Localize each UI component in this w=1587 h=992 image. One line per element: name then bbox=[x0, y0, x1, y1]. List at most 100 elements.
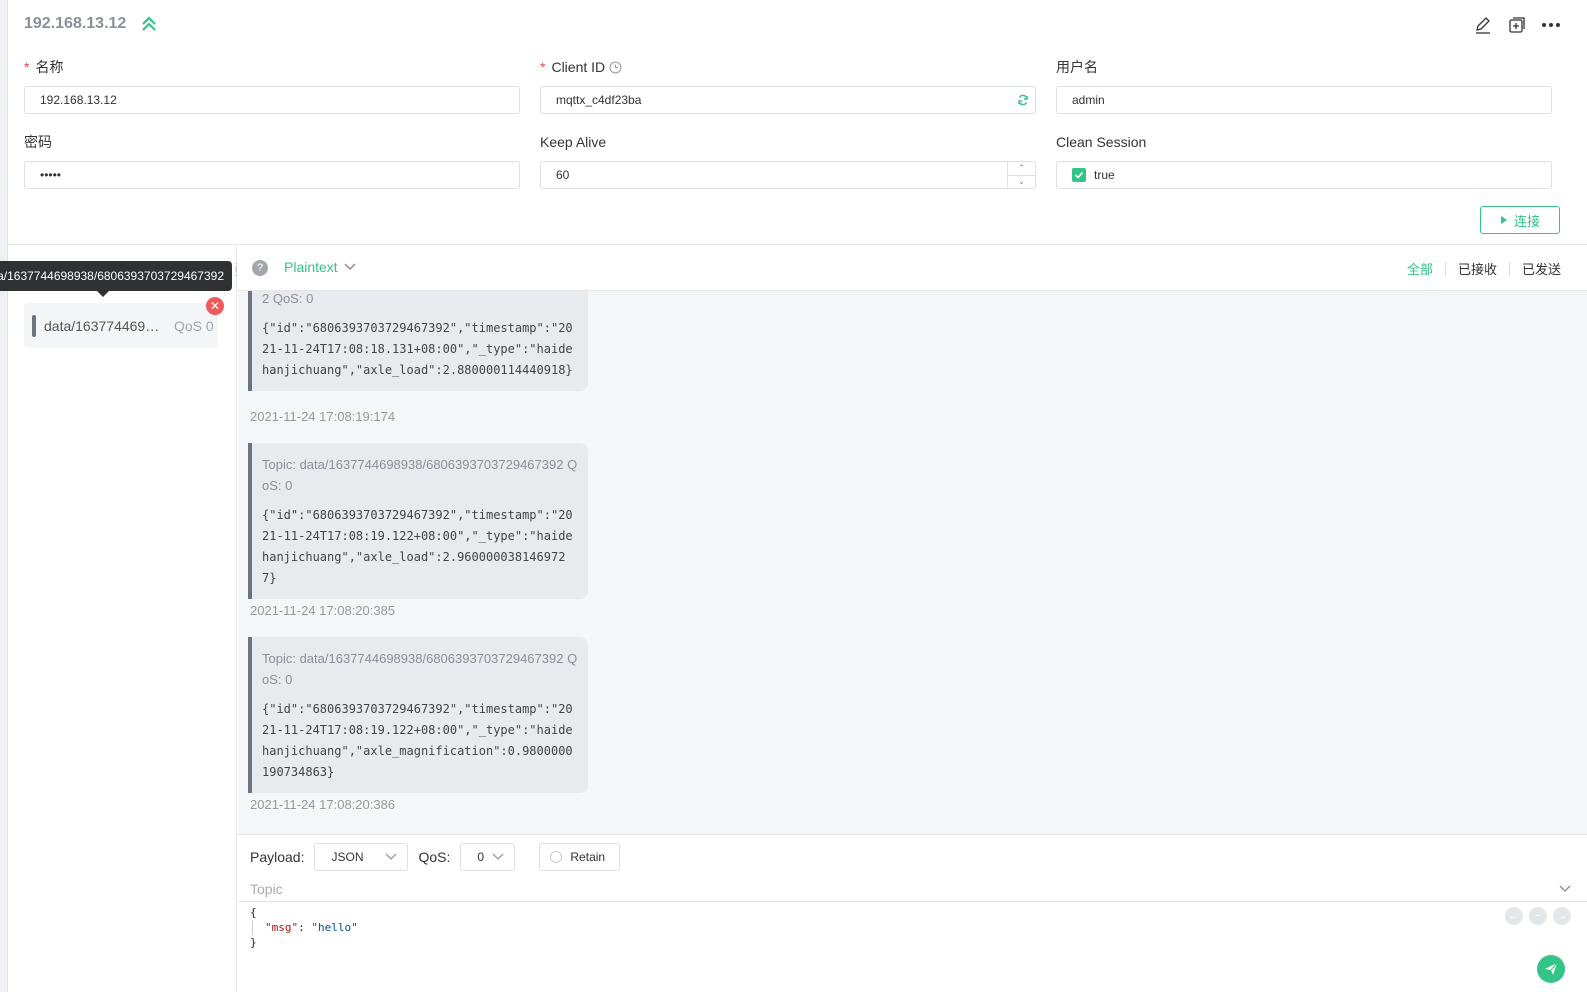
tooltip-arrow bbox=[97, 291, 109, 297]
required-mark: * bbox=[540, 59, 546, 75]
keep-alive-input[interactable]: 60 ⌃ ⌄ bbox=[540, 161, 1036, 189]
message-filter-tabs: 全部 已接收 已发送 bbox=[1395, 259, 1573, 278]
retain-toggle[interactable]: Retain bbox=[539, 843, 621, 871]
publish-options: Payload: JSON QoS: 0 Retain bbox=[250, 843, 621, 871]
message-topic: Topic: data/1637744698938/68063937037294… bbox=[262, 651, 578, 687]
connect-button[interactable]: 连接 bbox=[1480, 206, 1560, 234]
history-controls: ← − → bbox=[1505, 907, 1571, 925]
clean-session-value: true bbox=[1094, 168, 1115, 182]
client-id-label: Client ID bbox=[551, 59, 606, 75]
payload-type-label: Plaintext bbox=[284, 259, 338, 275]
keep-alive-label: Keep Alive bbox=[540, 134, 607, 150]
clean-session-label: Clean Session bbox=[1056, 134, 1147, 150]
json-value: "hello" bbox=[311, 921, 358, 934]
keep-alive-stepper: ⌃ ⌄ bbox=[1007, 162, 1035, 188]
history-forward-icon[interactable]: → bbox=[1553, 907, 1571, 925]
filter-received-tab[interactable]: 已接收 bbox=[1446, 259, 1509, 278]
subscription-item[interactable]: data/1637744698938/6806393703729467392 Q… bbox=[24, 303, 218, 348]
clean-session-box: true bbox=[1056, 161, 1552, 189]
password-input[interactable]: ••••• bbox=[24, 161, 520, 189]
message-timestamp: 2021-11-24 17:08:20:386 bbox=[250, 797, 396, 812]
subscription-tooltip: data/1637744698938/6806393703729467392 bbox=[0, 261, 232, 291]
connection-title: 192.168.13.12 bbox=[24, 15, 127, 32]
chevron-down-icon bbox=[386, 853, 397, 860]
mqtt-client-app: 192.168.13.12 * 名称 192.168.13.12 * Client … bbox=[0, 0, 1587, 992]
refresh-icon[interactable] bbox=[1017, 94, 1029, 106]
filter-all-tab[interactable]: 全部 bbox=[1395, 259, 1445, 278]
payload-format-select[interactable]: JSON bbox=[314, 843, 409, 871]
qos-label: QoS: bbox=[418, 849, 451, 865]
required-mark: * bbox=[24, 59, 30, 75]
editor-line: { bbox=[250, 906, 257, 919]
connect-label: 连接 bbox=[1513, 213, 1540, 229]
decrement-icon[interactable]: ⌄ bbox=[1008, 176, 1035, 189]
edit-icon[interactable] bbox=[1473, 14, 1493, 36]
password-label: 密码 bbox=[24, 134, 52, 150]
username-input[interactable]: admin bbox=[1056, 86, 1552, 114]
message-bubble[interactable]: Topic: data/1637744698938/68063937037294… bbox=[248, 443, 588, 599]
keep-alive-field-group: Keep Alive 60 ⌃ ⌄ bbox=[540, 133, 1036, 189]
retain-label: Retain bbox=[570, 850, 606, 864]
message-bubble[interactable]: Topic: data/1637744698938/68063937037294… bbox=[248, 637, 588, 793]
name-field-group: * 名称 192.168.13.12 bbox=[24, 58, 520, 114]
subscriptions-panel: ⋮⋮ data/1637744698938/680639370372946739… bbox=[8, 245, 241, 992]
topic-placeholder: Topic bbox=[250, 881, 283, 897]
client-id-value: mqttx_c4df23ba bbox=[556, 93, 642, 107]
payload-type-dropdown[interactable]: Plaintext bbox=[284, 259, 356, 275]
client-id-field-group: * Client ID mqttx_c4df23ba bbox=[540, 58, 1036, 114]
username-label: 用户名 bbox=[1056, 59, 1098, 75]
keep-alive-value: 60 bbox=[556, 168, 570, 182]
payload-label: Payload: bbox=[250, 849, 305, 865]
header-actions bbox=[1473, 14, 1561, 36]
message-payload: {"id":"6806393703729467392","timestamp":… bbox=[262, 321, 573, 377]
name-input[interactable]: 192.168.13.12 bbox=[24, 86, 520, 114]
message-payload: {"id":"6806393703729467392","timestamp":… bbox=[262, 702, 573, 779]
unsubscribe-close-icon[interactable]: ✕ bbox=[206, 297, 224, 315]
qos-value: 0 bbox=[477, 850, 485, 864]
publish-panel: Payload: JSON QoS: 0 Retain Topic { "msg… bbox=[238, 834, 1587, 992]
send-icon bbox=[1545, 962, 1558, 975]
retain-radio bbox=[550, 851, 563, 863]
subscription-color-bar bbox=[32, 314, 36, 337]
subscription-qos: QoS 0 bbox=[174, 317, 214, 334]
history-back-icon[interactable]: ← bbox=[1505, 907, 1523, 925]
username-field-group: 用户名 admin bbox=[1056, 58, 1552, 114]
increment-icon[interactable]: ⌃ bbox=[1008, 162, 1035, 176]
editor-line: "msg": "hello" bbox=[252, 920, 358, 935]
messages-toolbar: ? Plaintext 全部 已接收 已发送 bbox=[238, 245, 1587, 291]
play-icon bbox=[1500, 216, 1507, 224]
message-timestamp: 2021-11-24 17:08:20:385 bbox=[250, 603, 396, 618]
json-key: "msg" bbox=[265, 921, 299, 934]
qos-select[interactable]: 0 bbox=[460, 843, 516, 871]
publish-topic-input[interactable]: Topic bbox=[250, 877, 1571, 901]
json-colon: : bbox=[298, 921, 312, 934]
history-clear-icon[interactable]: − bbox=[1529, 907, 1547, 925]
clock-icon bbox=[609, 61, 622, 73]
send-button[interactable] bbox=[1537, 955, 1565, 983]
message-topic: Topic: data/1637744698938/68063937037294… bbox=[262, 457, 578, 493]
new-window-icon[interactable] bbox=[1507, 14, 1527, 36]
clean-session-checkbox[interactable] bbox=[1072, 168, 1086, 182]
editor-line: } bbox=[250, 936, 257, 949]
filter-sent-tab[interactable]: 已发送 bbox=[1510, 259, 1573, 278]
client-id-input[interactable]: mqttx_c4df23ba bbox=[540, 86, 1036, 114]
chevron-down-icon bbox=[344, 263, 356, 270]
clean-session-field-group: Clean Session true bbox=[1056, 133, 1552, 189]
name-label: 名称 bbox=[35, 59, 64, 75]
left-rail bbox=[0, 0, 8, 992]
collapse-up-icon[interactable] bbox=[140, 14, 158, 34]
more-options-icon[interactable] bbox=[1541, 14, 1561, 36]
message-timestamp: 2021-11-24 17:08:19:174 bbox=[250, 409, 396, 424]
message-payload: {"id":"6806393703729467392","timestamp":… bbox=[262, 508, 573, 585]
chevron-down-icon[interactable] bbox=[1559, 885, 1571, 893]
message-topic: 2 QoS: 0 bbox=[262, 291, 314, 306]
divider bbox=[238, 901, 1587, 902]
payload-editor[interactable]: { "msg": "hello" } bbox=[250, 905, 358, 950]
chevron-down-icon bbox=[492, 853, 504, 860]
message-list: 2 QoS: 0 {"id":"6806393703729467392","ti… bbox=[238, 291, 1587, 834]
subscription-topic: data/1637744698938/6806393703729467392 bbox=[44, 317, 166, 334]
connection-form: 192.168.13.12 * 名称 192.168.13.12 * Client … bbox=[8, 0, 1587, 245]
message-bubble[interactable]: 2 QoS: 0 {"id":"6806393703729467392","ti… bbox=[248, 291, 588, 391]
help-icon[interactable]: ? bbox=[252, 260, 268, 276]
payload-format-value: JSON bbox=[331, 850, 364, 864]
